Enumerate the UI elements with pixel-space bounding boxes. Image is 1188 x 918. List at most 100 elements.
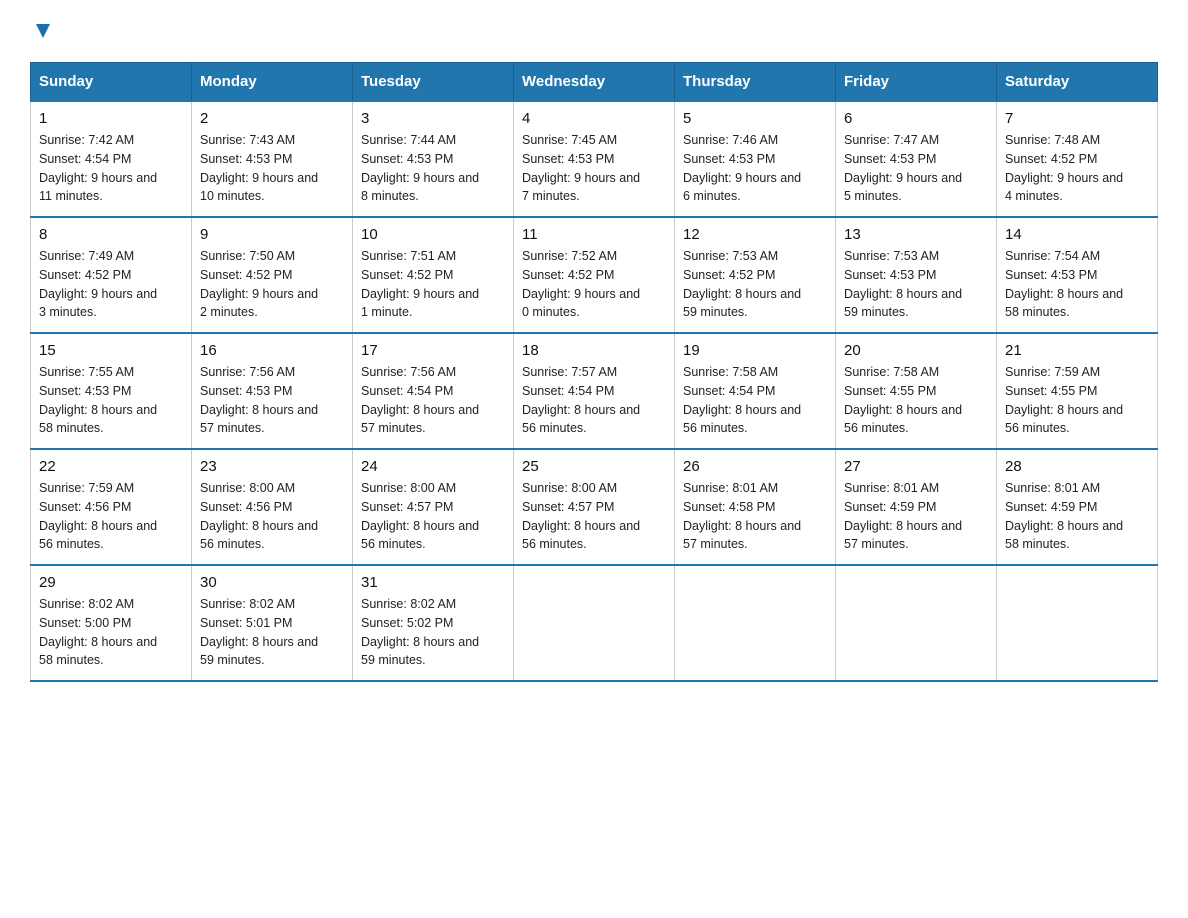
calendar-cell: 28 Sunrise: 8:01 AMSunset: 4:59 PMDaylig… <box>997 449 1158 565</box>
calendar-cell <box>675 565 836 681</box>
day-info: Sunrise: 7:50 AMSunset: 4:52 PMDaylight:… <box>200 247 344 322</box>
day-info: Sunrise: 7:56 AMSunset: 4:53 PMDaylight:… <box>200 363 344 438</box>
calendar-cell: 21 Sunrise: 7:59 AMSunset: 4:55 PMDaylig… <box>997 333 1158 449</box>
col-header-monday: Monday <box>192 63 353 102</box>
day-info: Sunrise: 7:46 AMSunset: 4:53 PMDaylight:… <box>683 131 827 206</box>
day-info: Sunrise: 7:53 AMSunset: 4:52 PMDaylight:… <box>683 247 827 322</box>
day-number: 6 <box>844 110 988 127</box>
logo <box>30 20 54 42</box>
day-number: 30 <box>200 574 344 591</box>
day-info: Sunrise: 8:02 AMSunset: 5:00 PMDaylight:… <box>39 595 183 670</box>
col-header-saturday: Saturday <box>997 63 1158 102</box>
day-info: Sunrise: 7:58 AMSunset: 4:54 PMDaylight:… <box>683 363 827 438</box>
day-info: Sunrise: 8:01 AMSunset: 4:59 PMDaylight:… <box>1005 479 1149 554</box>
day-number: 22 <box>39 458 183 475</box>
day-number: 16 <box>200 342 344 359</box>
day-info: Sunrise: 7:59 AMSunset: 4:56 PMDaylight:… <box>39 479 183 554</box>
day-info: Sunrise: 7:51 AMSunset: 4:52 PMDaylight:… <box>361 247 505 322</box>
calendar-cell: 30 Sunrise: 8:02 AMSunset: 5:01 PMDaylig… <box>192 565 353 681</box>
day-info: Sunrise: 7:48 AMSunset: 4:52 PMDaylight:… <box>1005 131 1149 206</box>
calendar-cell: 31 Sunrise: 8:02 AMSunset: 5:02 PMDaylig… <box>353 565 514 681</box>
calendar-cell: 27 Sunrise: 8:01 AMSunset: 4:59 PMDaylig… <box>836 449 997 565</box>
calendar-cell: 18 Sunrise: 7:57 AMSunset: 4:54 PMDaylig… <box>514 333 675 449</box>
day-info: Sunrise: 8:01 AMSunset: 4:58 PMDaylight:… <box>683 479 827 554</box>
day-info: Sunrise: 7:49 AMSunset: 4:52 PMDaylight:… <box>39 247 183 322</box>
day-number: 27 <box>844 458 988 475</box>
calendar-cell: 16 Sunrise: 7:56 AMSunset: 4:53 PMDaylig… <box>192 333 353 449</box>
day-info: Sunrise: 7:58 AMSunset: 4:55 PMDaylight:… <box>844 363 988 438</box>
day-number: 23 <box>200 458 344 475</box>
calendar-week-row: 8 Sunrise: 7:49 AMSunset: 4:52 PMDayligh… <box>31 217 1158 333</box>
calendar-cell: 26 Sunrise: 8:01 AMSunset: 4:58 PMDaylig… <box>675 449 836 565</box>
day-info: Sunrise: 7:54 AMSunset: 4:53 PMDaylight:… <box>1005 247 1149 322</box>
calendar-cell: 9 Sunrise: 7:50 AMSunset: 4:52 PMDayligh… <box>192 217 353 333</box>
calendar-cell: 6 Sunrise: 7:47 AMSunset: 4:53 PMDayligh… <box>836 101 997 217</box>
day-info: Sunrise: 7:56 AMSunset: 4:54 PMDaylight:… <box>361 363 505 438</box>
calendar-week-row: 15 Sunrise: 7:55 AMSunset: 4:53 PMDaylig… <box>31 333 1158 449</box>
day-info: Sunrise: 7:47 AMSunset: 4:53 PMDaylight:… <box>844 131 988 206</box>
day-number: 15 <box>39 342 183 359</box>
day-info: Sunrise: 8:00 AMSunset: 4:56 PMDaylight:… <box>200 479 344 554</box>
day-info: Sunrise: 8:02 AMSunset: 5:02 PMDaylight:… <box>361 595 505 670</box>
calendar-cell: 5 Sunrise: 7:46 AMSunset: 4:53 PMDayligh… <box>675 101 836 217</box>
calendar-cell: 20 Sunrise: 7:58 AMSunset: 4:55 PMDaylig… <box>836 333 997 449</box>
calendar-cell: 24 Sunrise: 8:00 AMSunset: 4:57 PMDaylig… <box>353 449 514 565</box>
day-info: Sunrise: 8:02 AMSunset: 5:01 PMDaylight:… <box>200 595 344 670</box>
calendar-cell: 4 Sunrise: 7:45 AMSunset: 4:53 PMDayligh… <box>514 101 675 217</box>
day-number: 10 <box>361 226 505 243</box>
day-number: 9 <box>200 226 344 243</box>
day-number: 18 <box>522 342 666 359</box>
day-number: 28 <box>1005 458 1149 475</box>
day-info: Sunrise: 7:42 AMSunset: 4:54 PMDaylight:… <box>39 131 183 206</box>
day-number: 14 <box>1005 226 1149 243</box>
calendar-week-row: 22 Sunrise: 7:59 AMSunset: 4:56 PMDaylig… <box>31 449 1158 565</box>
day-info: Sunrise: 8:00 AMSunset: 4:57 PMDaylight:… <box>361 479 505 554</box>
day-number: 7 <box>1005 110 1149 127</box>
day-number: 13 <box>844 226 988 243</box>
day-number: 21 <box>1005 342 1149 359</box>
logo-arrow-icon <box>32 20 54 42</box>
calendar-table: SundayMondayTuesdayWednesdayThursdayFrid… <box>30 62 1158 682</box>
day-number: 26 <box>683 458 827 475</box>
calendar-cell: 23 Sunrise: 8:00 AMSunset: 4:56 PMDaylig… <box>192 449 353 565</box>
day-number: 8 <box>39 226 183 243</box>
day-number: 12 <box>683 226 827 243</box>
calendar-cell: 11 Sunrise: 7:52 AMSunset: 4:52 PMDaylig… <box>514 217 675 333</box>
day-number: 31 <box>361 574 505 591</box>
day-info: Sunrise: 7:55 AMSunset: 4:53 PMDaylight:… <box>39 363 183 438</box>
calendar-cell: 22 Sunrise: 7:59 AMSunset: 4:56 PMDaylig… <box>31 449 192 565</box>
calendar-week-row: 1 Sunrise: 7:42 AMSunset: 4:54 PMDayligh… <box>31 101 1158 217</box>
day-number: 5 <box>683 110 827 127</box>
col-header-thursday: Thursday <box>675 63 836 102</box>
col-header-wednesday: Wednesday <box>514 63 675 102</box>
day-number: 17 <box>361 342 505 359</box>
day-info: Sunrise: 7:44 AMSunset: 4:53 PMDaylight:… <box>361 131 505 206</box>
day-info: Sunrise: 8:01 AMSunset: 4:59 PMDaylight:… <box>844 479 988 554</box>
calendar-cell <box>997 565 1158 681</box>
calendar-cell: 19 Sunrise: 7:58 AMSunset: 4:54 PMDaylig… <box>675 333 836 449</box>
calendar-cell <box>514 565 675 681</box>
day-number: 25 <box>522 458 666 475</box>
day-info: Sunrise: 7:43 AMSunset: 4:53 PMDaylight:… <box>200 131 344 206</box>
calendar-cell: 29 Sunrise: 8:02 AMSunset: 5:00 PMDaylig… <box>31 565 192 681</box>
day-number: 3 <box>361 110 505 127</box>
day-info: Sunrise: 7:53 AMSunset: 4:53 PMDaylight:… <box>844 247 988 322</box>
day-number: 19 <box>683 342 827 359</box>
col-header-friday: Friday <box>836 63 997 102</box>
day-number: 29 <box>39 574 183 591</box>
calendar-cell <box>836 565 997 681</box>
day-info: Sunrise: 7:52 AMSunset: 4:52 PMDaylight:… <box>522 247 666 322</box>
calendar-cell: 14 Sunrise: 7:54 AMSunset: 4:53 PMDaylig… <box>997 217 1158 333</box>
day-info: Sunrise: 7:45 AMSunset: 4:53 PMDaylight:… <box>522 131 666 206</box>
day-number: 20 <box>844 342 988 359</box>
calendar-cell: 13 Sunrise: 7:53 AMSunset: 4:53 PMDaylig… <box>836 217 997 333</box>
calendar-cell: 25 Sunrise: 8:00 AMSunset: 4:57 PMDaylig… <box>514 449 675 565</box>
calendar-cell: 10 Sunrise: 7:51 AMSunset: 4:52 PMDaylig… <box>353 217 514 333</box>
calendar-cell: 3 Sunrise: 7:44 AMSunset: 4:53 PMDayligh… <box>353 101 514 217</box>
calendar-cell: 1 Sunrise: 7:42 AMSunset: 4:54 PMDayligh… <box>31 101 192 217</box>
col-header-sunday: Sunday <box>31 63 192 102</box>
calendar-cell: 17 Sunrise: 7:56 AMSunset: 4:54 PMDaylig… <box>353 333 514 449</box>
calendar-week-row: 29 Sunrise: 8:02 AMSunset: 5:00 PMDaylig… <box>31 565 1158 681</box>
calendar-cell: 2 Sunrise: 7:43 AMSunset: 4:53 PMDayligh… <box>192 101 353 217</box>
day-info: Sunrise: 7:59 AMSunset: 4:55 PMDaylight:… <box>1005 363 1149 438</box>
